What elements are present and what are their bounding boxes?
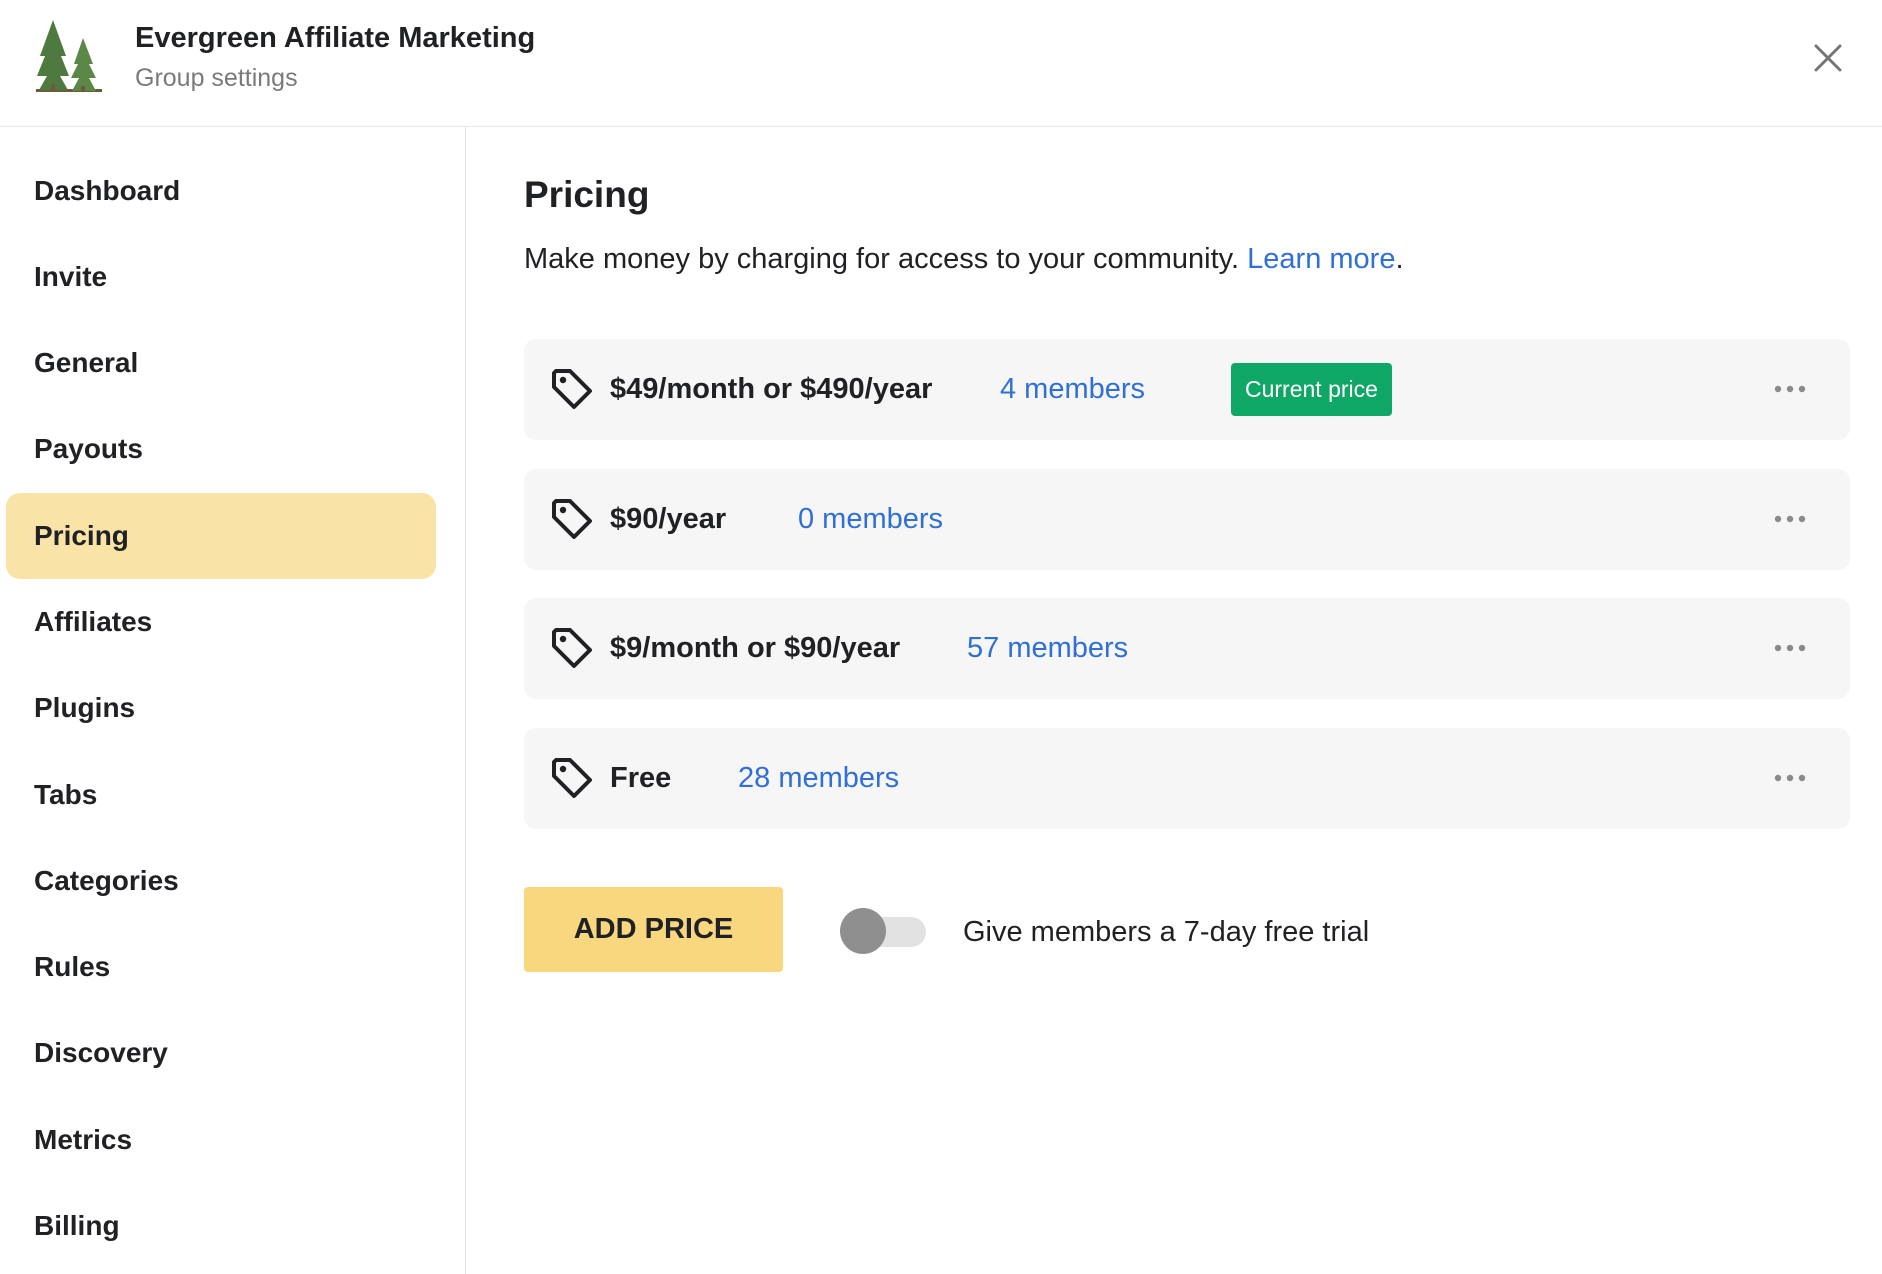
members-count-link[interactable]: 28 members bbox=[738, 728, 899, 829]
price-tag-icon bbox=[552, 499, 592, 539]
description-text: Make money by charging for access to you… bbox=[524, 243, 1240, 275]
sidebar-item-payouts[interactable]: Payouts bbox=[6, 406, 436, 492]
price-row[interactable]: Free 28 members bbox=[524, 728, 1850, 829]
sidebar-item-general[interactable]: General bbox=[6, 320, 436, 406]
toggle-knob bbox=[840, 908, 886, 954]
group-settings-dialog: Evergreen Affiliate Marketing Group sett… bbox=[0, 0, 1882, 1274]
more-options-button[interactable] bbox=[1768, 628, 1812, 668]
price-row[interactable]: $9/month or $90/year 57 members bbox=[524, 598, 1850, 699]
sidebar-item-dashboard[interactable]: Dashboard bbox=[6, 148, 436, 234]
header: Evergreen Affiliate Marketing Group sett… bbox=[0, 0, 1882, 127]
sidebar-item-billing[interactable]: Billing bbox=[6, 1183, 436, 1269]
trees-logo-icon bbox=[34, 18, 110, 98]
description-period: . bbox=[1395, 243, 1404, 275]
more-options-button[interactable] bbox=[1768, 369, 1812, 409]
pricing-panel: Pricing Make money by charging for acces… bbox=[524, 127, 1854, 1227]
sidebar-item-categories[interactable]: Categories bbox=[6, 838, 436, 924]
close-icon bbox=[1814, 44, 1842, 72]
page-description: Make money by charging for access to you… bbox=[524, 243, 1404, 276]
add-price-button[interactable]: ADD PRICE bbox=[524, 887, 783, 972]
price-label: $9/month or $90/year bbox=[610, 632, 901, 664]
sidebar-item-invite[interactable]: Invite bbox=[6, 234, 436, 320]
more-options-button[interactable] bbox=[1768, 499, 1812, 539]
price-label: $49/month or $490/year bbox=[610, 373, 933, 405]
current-price-badge: Current price bbox=[1231, 363, 1392, 416]
page-title: Pricing bbox=[524, 174, 650, 215]
price-tag-icon bbox=[552, 628, 592, 668]
sidebar-item-plugins[interactable]: Plugins bbox=[6, 665, 436, 751]
price-label: $90/year bbox=[610, 503, 727, 535]
more-horizontal-icon bbox=[1774, 644, 1806, 652]
settings-sidebar: Dashboard Invite General Payouts Pricing… bbox=[0, 127, 466, 1274]
price-tag-icon bbox=[552, 369, 592, 409]
more-horizontal-icon bbox=[1774, 774, 1806, 782]
members-count-link[interactable]: 57 members bbox=[967, 598, 1128, 699]
more-horizontal-icon bbox=[1774, 385, 1806, 393]
more-horizontal-icon bbox=[1774, 515, 1806, 523]
price-row[interactable]: $90/year 0 members bbox=[524, 469, 1850, 570]
members-count-link[interactable]: 0 members bbox=[798, 469, 943, 570]
sidebar-item-rules[interactable]: Rules bbox=[6, 924, 436, 1010]
close-button[interactable] bbox=[1808, 38, 1848, 78]
sidebar-item-affiliates[interactable]: Affiliates bbox=[6, 579, 436, 665]
price-tag-icon bbox=[552, 758, 592, 798]
free-trial-toggle[interactable] bbox=[840, 908, 926, 954]
group-title: Evergreen Affiliate Marketing bbox=[135, 22, 536, 54]
group-subtitle: Group settings bbox=[135, 64, 298, 92]
free-trial-label: Give members a 7-day free trial bbox=[963, 916, 1370, 948]
price-label: Free bbox=[610, 762, 672, 794]
members-count-link[interactable]: 4 members bbox=[1000, 339, 1145, 440]
price-row[interactable]: $49/month or $490/year 4 members Current… bbox=[524, 339, 1850, 440]
more-options-button[interactable] bbox=[1768, 758, 1812, 798]
sidebar-item-pricing[interactable]: Pricing bbox=[6, 493, 436, 579]
sidebar-item-tabs[interactable]: Tabs bbox=[6, 752, 436, 838]
learn-more-link[interactable]: Learn more bbox=[1247, 243, 1395, 275]
sidebar-item-discovery[interactable]: Discovery bbox=[6, 1010, 436, 1096]
sidebar-item-metrics[interactable]: Metrics bbox=[6, 1097, 436, 1183]
